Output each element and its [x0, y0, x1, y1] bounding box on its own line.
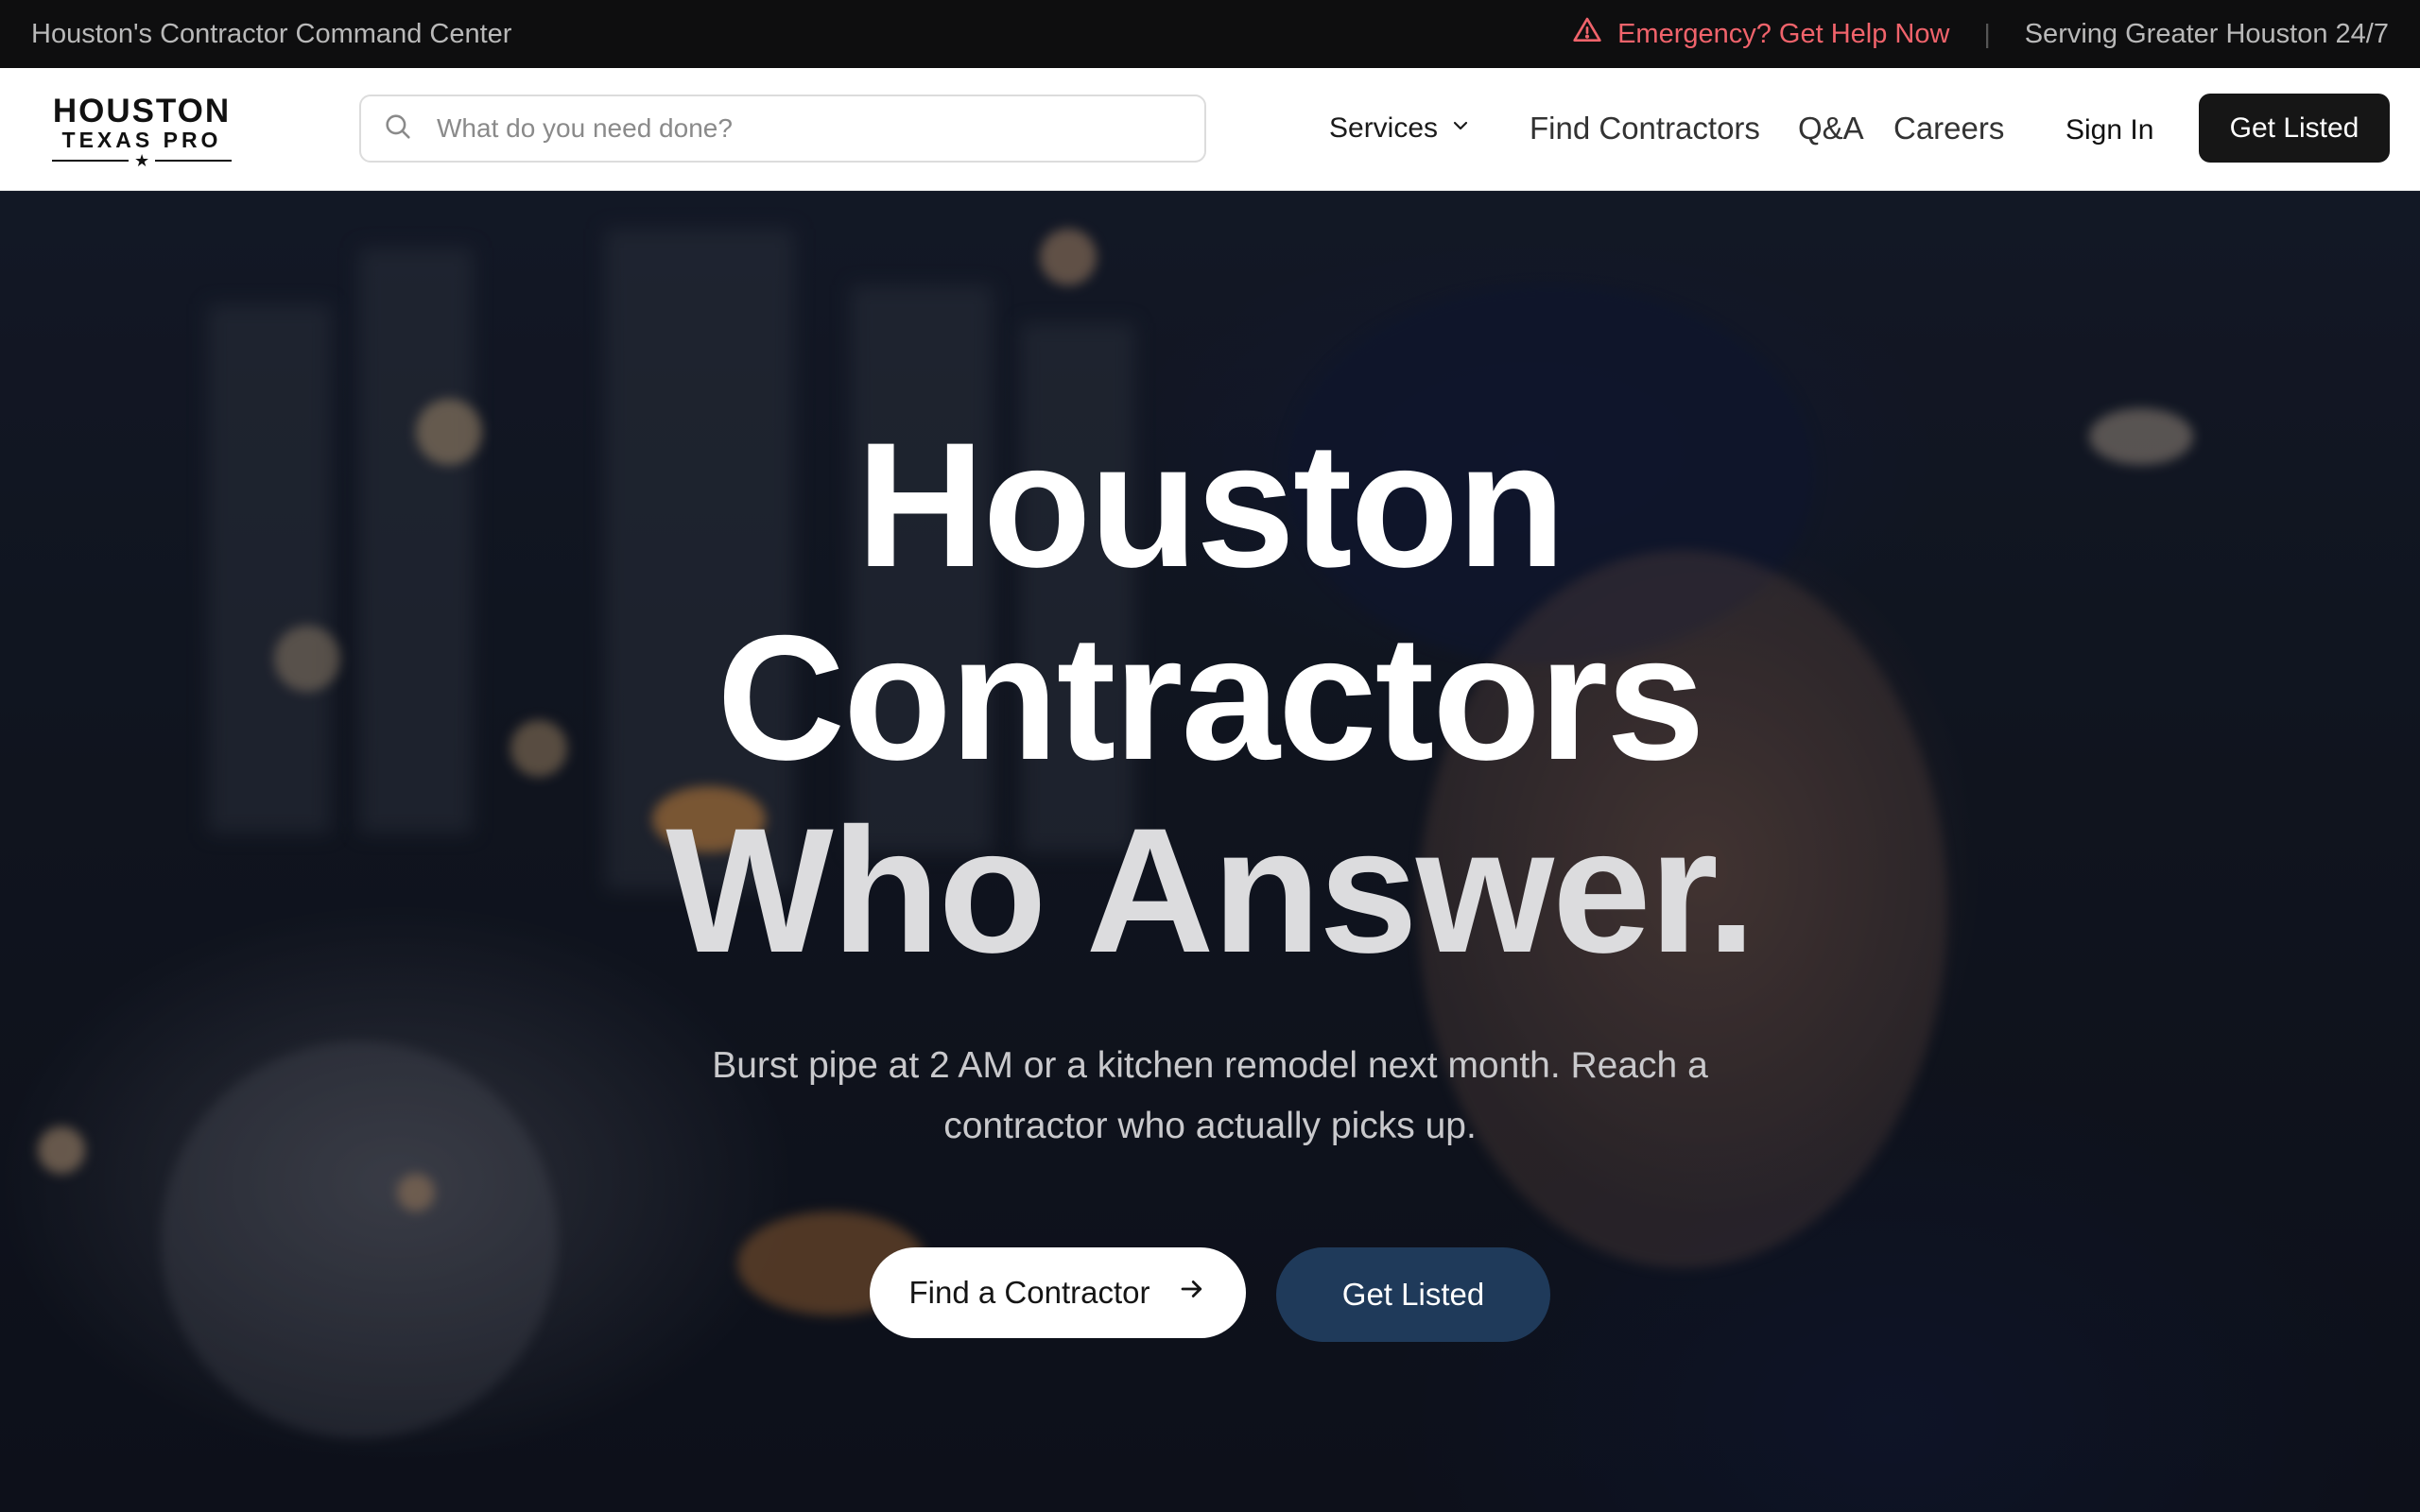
nav-find-contractors[interactable]: Find Contractors [1530, 110, 1760, 147]
search-icon [382, 111, 437, 147]
logo-wordmark-texas-pro: TEXAS PRO [61, 128, 222, 152]
nav-services-dropdown[interactable]: Services [1329, 110, 1472, 147]
site-logo[interactable]: HOUSTON TEXAS PRO ★ [47, 93, 236, 170]
main-header: HOUSTON TEXAS PRO ★ Services Find Contra… [0, 68, 2420, 191]
nav-careers[interactable]: Careers [1893, 110, 2004, 147]
nav-services-label: Services [1329, 112, 1439, 144]
get-listed-button[interactable]: Get Listed [2199, 94, 2390, 163]
star-icon: ★ [133, 151, 150, 170]
service-hours-text: Serving Greater Houston 24/7 [2024, 18, 2389, 49]
topbar-right: Emergency? Get Help Now | Serving Greate… [1572, 15, 2389, 53]
hero-headline: Houston Contractors Who Answer. [0, 408, 2420, 987]
hero-get-listed-button[interactable]: Get Listed [1276, 1247, 1550, 1342]
find-contractor-label: Find a Contractor [908, 1275, 1150, 1310]
hero-section: Houston Contractors Who Answer. Burst pi… [0, 191, 2420, 1512]
logo-wordmark-houston: HOUSTON [52, 93, 232, 129]
search-bar[interactable] [359, 94, 1206, 163]
hero-headline-line2: Contractors [717, 598, 1705, 797]
find-contractor-button[interactable]: Find a Contractor [870, 1247, 1246, 1338]
chevron-down-icon [1438, 112, 1472, 145]
hero-subtitle: Burst pipe at 2 AM or a kitchen remodel … [712, 1045, 1708, 1146]
nav-qa[interactable]: Q&A [1798, 110, 1864, 147]
logo-star-rule: ★ [52, 151, 233, 170]
topbar-divider: | [1983, 19, 1991, 48]
hero-headline-line1: Houston [856, 405, 1565, 604]
hero-headline-line3: Who Answer. [666, 791, 1755, 989]
emergency-help-link[interactable]: Emergency? Get Help Now [1572, 15, 1949, 53]
top-utility-bar: Houston's Contractor Command Center Emer… [0, 0, 2420, 68]
site-tagline: Houston's Contractor Command Center [31, 18, 512, 49]
sign-in-link[interactable]: Sign In [2066, 112, 2153, 149]
search-input[interactable] [437, 113, 1174, 144]
emergency-label: Emergency? Get Help Now [1617, 18, 1950, 49]
arrow-right-icon [1150, 1275, 1206, 1311]
warning-triangle-icon [1572, 15, 1617, 53]
